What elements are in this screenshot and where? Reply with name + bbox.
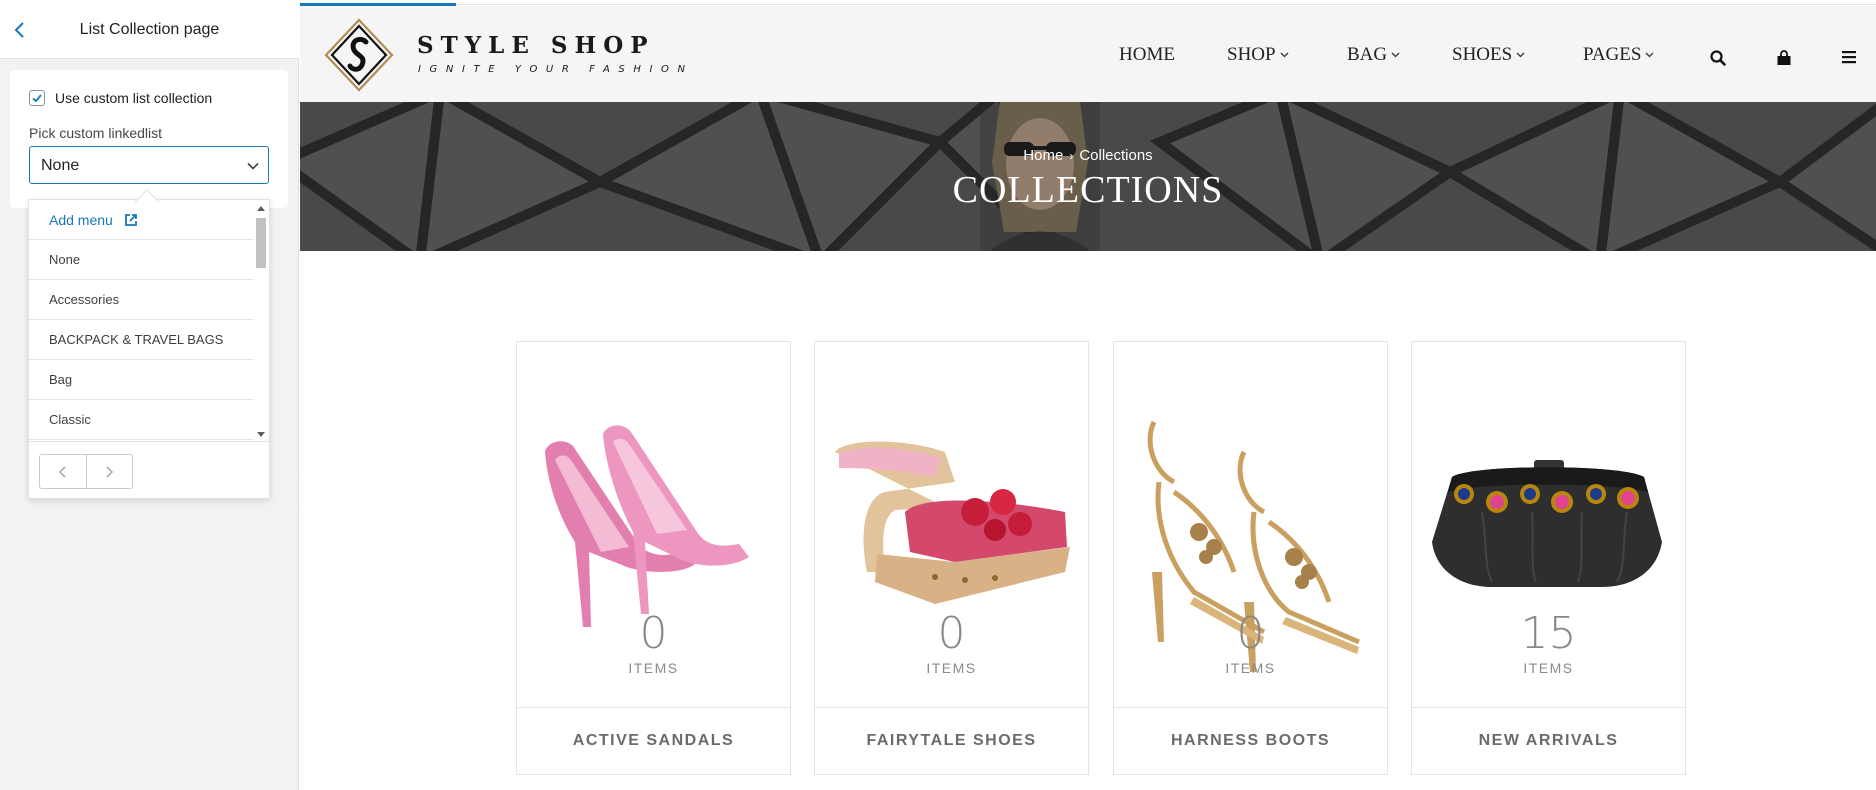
dropdown-option[interactable]: Bag xyxy=(29,360,253,400)
collection-card[interactable]: 0 ITEMS HARNESS BOOTS xyxy=(1113,341,1388,775)
nav-shoes[interactable]: SHOES xyxy=(1452,44,1525,66)
item-count: 0 xyxy=(937,608,966,659)
page-title: COLLECTIONS xyxy=(952,169,1224,211)
brand-name[interactable]: STYLE SHOP xyxy=(417,32,655,59)
collection-card[interactable]: 15 ITEMS NEW ARRIVALS xyxy=(1411,341,1686,775)
chevron-down-icon xyxy=(1391,52,1400,58)
brand-tagline: IGNITE YOUR FASHION xyxy=(418,64,694,75)
collection-card[interactable]: 0 ITEMS ACTIVE SANDALS xyxy=(516,341,791,775)
breadcrumb-current: Collections xyxy=(1079,147,1153,164)
settings-card: Use custom list collection Pick custom l… xyxy=(10,70,288,208)
dropdown-footer xyxy=(29,441,271,500)
store-preview: STYLE SHOP IGNITE YOUR FASHION HOME SHOP… xyxy=(300,0,1876,790)
breadcrumb: Home › Collections xyxy=(300,147,1876,164)
nav-shop[interactable]: SHOP xyxy=(1227,44,1289,66)
pick-linkedlist-label: Pick custom linkedlist xyxy=(29,125,163,141)
checkbox-checked-icon[interactable] xyxy=(29,90,45,106)
external-link-icon xyxy=(124,214,137,226)
logo-mark-icon[interactable] xyxy=(320,14,398,96)
page-banner: Home › Collections COLLECTIONS xyxy=(300,102,1876,251)
nav-pages[interactable]: PAGES xyxy=(1583,44,1654,66)
dropdown-option[interactable]: Accessories xyxy=(29,280,253,320)
chevron-down-icon xyxy=(1280,52,1289,58)
panel-title: List Collection page xyxy=(79,21,220,38)
items-label: ITEMS xyxy=(926,660,977,676)
dropdown-option[interactable]: Classic xyxy=(29,400,253,440)
nav-bag[interactable]: BAG xyxy=(1347,44,1400,66)
bag-icon[interactable] xyxy=(1776,50,1792,66)
collection-card[interactable]: 0 ITEMS FAIRYTALE SHOES xyxy=(814,341,1089,775)
chevron-down-icon xyxy=(246,159,260,178)
panel-header: List Collection page xyxy=(0,0,299,59)
editor-sidebar: List Collection page Use custom list col… xyxy=(0,0,299,790)
menu-icon[interactable] xyxy=(1841,50,1857,64)
items-label: ITEMS xyxy=(628,660,679,676)
select-value: None xyxy=(41,157,80,174)
dropdown-scrollbar[interactable] xyxy=(253,202,267,439)
dropdown-option[interactable]: None xyxy=(29,240,253,280)
search-icon[interactable] xyxy=(1710,50,1726,66)
items-label: ITEMS xyxy=(1225,660,1276,676)
use-custom-label: Use custom list collection xyxy=(55,90,213,106)
linkedlist-dropdown: Add menu None Accessories BACKPACK & TRA… xyxy=(28,199,271,500)
chevron-down-icon xyxy=(1516,52,1525,58)
nav-home[interactable]: HOME xyxy=(1119,44,1175,66)
item-count: 15 xyxy=(1520,608,1577,659)
chevron-left-icon xyxy=(58,466,66,477)
breadcrumb-separator: › xyxy=(1069,149,1074,163)
next-page-button[interactable] xyxy=(85,455,133,488)
collection-name[interactable]: NEW ARRIVALS xyxy=(1412,707,1685,774)
use-custom-checkbox-row[interactable]: Use custom list collection xyxy=(29,90,212,106)
items-label: ITEMS xyxy=(1523,660,1574,676)
linkedlist-select[interactable]: None xyxy=(29,146,269,184)
dropdown-list: Add menu None Accessories BACKPACK & TRA… xyxy=(29,200,253,441)
item-count: 0 xyxy=(639,608,668,659)
dropdown-option[interactable]: BACKPACK & TRAVEL BAGS xyxy=(29,320,253,360)
chevron-down-icon xyxy=(1645,52,1654,58)
collection-name[interactable]: ACTIVE SANDALS xyxy=(517,707,790,774)
breadcrumb-home[interactable]: Home xyxy=(1023,147,1063,164)
scrollbar-thumb[interactable] xyxy=(256,218,266,268)
scroll-up-icon[interactable] xyxy=(257,206,265,211)
loading-track xyxy=(300,4,1876,5)
store-header: STYLE SHOP IGNITE YOUR FASHION HOME SHOP… xyxy=(300,6,1876,102)
item-count: 0 xyxy=(1236,608,1265,659)
scroll-down-icon[interactable] xyxy=(257,432,265,437)
prev-page-button[interactable] xyxy=(40,455,86,488)
collection-name[interactable]: FAIRYTALE SHOES xyxy=(815,707,1088,774)
chevron-right-icon xyxy=(106,466,114,477)
pagination xyxy=(39,454,133,489)
collection-name[interactable]: HARNESS BOOTS xyxy=(1114,707,1387,774)
